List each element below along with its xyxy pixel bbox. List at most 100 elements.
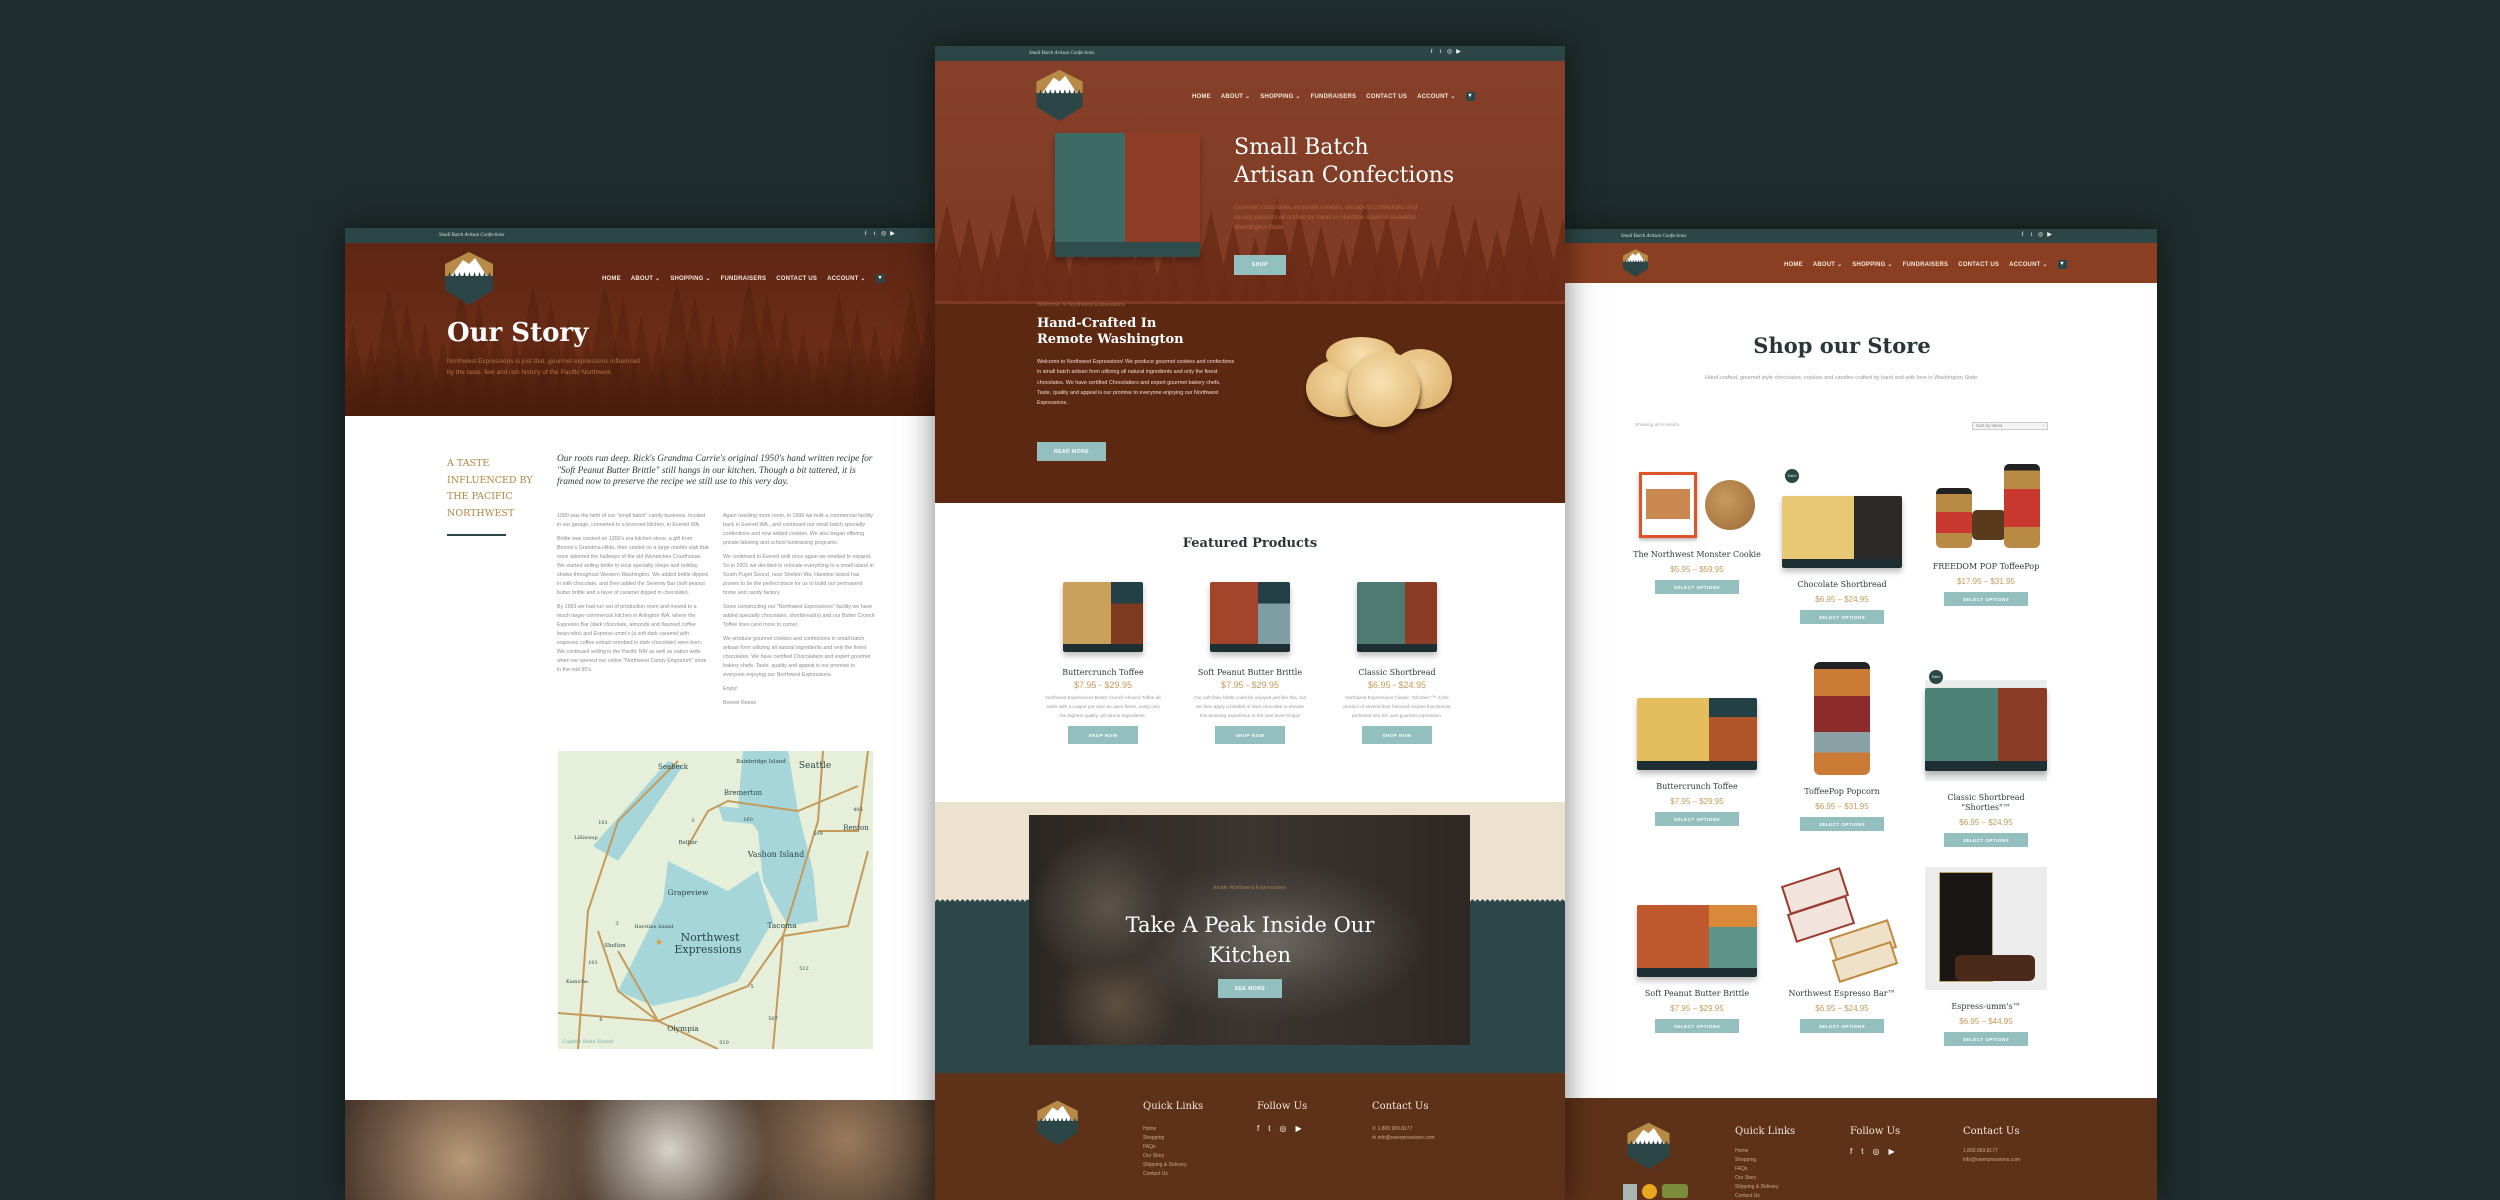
product-card[interactable]: The Northwest Monster Cookie $5.95 – $59…: [1632, 472, 1762, 594]
select-options-button[interactable]: SELECT OPTIONS: [1655, 1019, 1739, 1033]
product-name[interactable]: Classic Shortbread: [1335, 668, 1459, 678]
footer-link[interactable]: Home: [1735, 1147, 1779, 1156]
youtube-icon[interactable]: ▶: [1456, 49, 1461, 55]
see-more-button[interactable]: SEE MORE: [1218, 979, 1282, 998]
footer-link[interactable]: FAQs: [1143, 1143, 1187, 1152]
select-options-button[interactable]: SELECT OPTIONS: [1800, 1019, 1884, 1033]
product-name[interactable]: FREEDOM POP ToffeePop: [1921, 562, 2051, 572]
read-more-button[interactable]: READ MORE: [1037, 442, 1106, 461]
cart-icon[interactable]: ▾: [2057, 260, 2067, 269]
product-name[interactable]: Espress-umm's™: [1921, 1002, 2051, 1012]
product-card[interactable]: Espress-umm's™ $6.95 – $44.95 SELECT OPT…: [1921, 867, 2051, 1046]
product-image[interactable]: [1925, 680, 2047, 781]
nav-home[interactable]: HOME: [602, 276, 621, 282]
nav-shopping[interactable]: SHOPPING ⌄: [1260, 93, 1300, 100]
youtube-icon[interactable]: ▶: [1295, 1124, 1301, 1133]
youtube-icon[interactable]: ▶: [2047, 232, 2052, 238]
product-card[interactable]: Soft Peanut Butter Brittle $7.95 – $29.9…: [1632, 887, 1762, 1033]
featured-product[interactable]: Classic Shortbread $6.95 - $24.95 Northw…: [1335, 582, 1459, 744]
twitter-icon[interactable]: t: [1268, 1124, 1270, 1133]
sort-select[interactable]: Sort by latest ↕: [1972, 422, 2048, 430]
product-image[interactable]: [1926, 462, 2046, 550]
nav-fundraisers[interactable]: FUNDRAISERS: [1311, 94, 1357, 100]
product-card[interactable]: Chocolate Shortbread $6.95 – $24.95 SELE…: [1777, 478, 1907, 624]
youtube-icon[interactable]: ▶: [890, 231, 895, 237]
cart-icon[interactable]: ▾: [1465, 92, 1475, 101]
product-name[interactable]: ToffeePop Popcorn: [1777, 787, 1907, 797]
nav-account[interactable]: ACCOUNT ⌄: [827, 275, 866, 282]
site-logo[interactable]: [441, 250, 497, 307]
shop-button[interactable]: SHOP: [1234, 255, 1286, 275]
facebook-icon[interactable]: f: [1257, 1124, 1259, 1133]
instagram-icon[interactable]: ◎: [1872, 1147, 1879, 1156]
site-logo[interactable]: [1621, 248, 1650, 278]
twitter-icon[interactable]: t: [1438, 49, 1443, 55]
product-name[interactable]: The Northwest Monster Cookie: [1632, 550, 1762, 560]
select-options-button[interactable]: SELECT OPTIONS: [1800, 610, 1884, 624]
nav-home[interactable]: HOME: [1192, 94, 1211, 100]
product-card[interactable]: ToffeePop Popcorn $6.95 – $31.95 SELECT …: [1777, 662, 1907, 831]
site-logo[interactable]: [1031, 68, 1088, 123]
nav-contact[interactable]: CONTACT US: [1366, 94, 1407, 100]
instagram-icon[interactable]: ◎: [881, 231, 886, 237]
footer-link[interactable]: Shopping: [1143, 1134, 1187, 1143]
select-options-button[interactable]: SELECT OPTIONS: [1944, 592, 2028, 606]
nav-fundraisers[interactable]: FUNDRAISERS: [1903, 262, 1949, 268]
product-card[interactable]: Classic Shortbread "Shorties"™ $6.95 – $…: [1921, 680, 2051, 847]
product-card[interactable]: Buttercrunch Toffee $7.95 – $29.95 SELEC…: [1632, 680, 1762, 826]
product-image[interactable]: [1782, 478, 1902, 568]
product-name[interactable]: Buttercrunch Toffee: [1041, 668, 1165, 678]
footer-link[interactable]: Contact Us: [1143, 1170, 1187, 1179]
footer-link[interactable]: Home: [1143, 1125, 1187, 1134]
product-name[interactable]: Northwest Espresso Bar™: [1777, 989, 1907, 999]
shop-now-button[interactable]: SHOP NOW: [1362, 726, 1432, 744]
nav-fundraisers[interactable]: FUNDRAISERS: [721, 276, 767, 282]
footer-link[interactable]: Contact Us: [1735, 1192, 1779, 1200]
twitter-icon[interactable]: t: [2029, 232, 2034, 238]
product-image[interactable]: [1063, 582, 1143, 652]
select-options-button[interactable]: SELECT OPTIONS: [1655, 812, 1739, 826]
product-name[interactable]: Soft Peanut Butter Brittle: [1188, 668, 1312, 678]
nav-account[interactable]: ACCOUNT ⌄: [2009, 261, 2048, 268]
select-options-button[interactable]: SELECT OPTIONS: [1944, 1032, 2028, 1046]
nav-contact[interactable]: CONTACT US: [1958, 262, 1999, 268]
footer-logo[interactable]: [1622, 1121, 1675, 1171]
product-image[interactable]: [1782, 662, 1902, 775]
product-name[interactable]: Buttercrunch Toffee: [1632, 782, 1762, 792]
facebook-icon[interactable]: f: [1429, 49, 1434, 55]
nav-about[interactable]: ABOUT ⌄: [1813, 261, 1842, 268]
footer-link[interactable]: Shipping & Delivery: [1143, 1161, 1187, 1170]
twitter-icon[interactable]: t: [872, 231, 877, 237]
phone-number[interactable]: 1.800.969.8177: [1963, 1147, 1998, 1156]
shop-now-button[interactable]: SHOP NOW: [1215, 726, 1285, 744]
product-name[interactable]: Soft Peanut Butter Brittle: [1632, 989, 1762, 999]
product-image[interactable]: [1637, 680, 1757, 770]
youtube-icon[interactable]: ▶: [1888, 1147, 1894, 1156]
featured-product[interactable]: Buttercrunch Toffee $7.95 - $29.95 North…: [1041, 582, 1165, 744]
product-image[interactable]: [1210, 582, 1290, 652]
email-address[interactable]: ✉ info@nwexpressions.com: [1372, 1134, 1435, 1143]
nav-about[interactable]: ABOUT ⌄: [631, 275, 660, 282]
footer-link[interactable]: Our Story: [1735, 1174, 1779, 1183]
phone-number[interactable]: ✆ 1.800.969.8177: [1372, 1125, 1412, 1134]
product-name[interactable]: Chocolate Shortbread: [1777, 580, 1907, 590]
location-map[interactable]: Seabeck Bainbridge Island Seattle Bremerton…: [558, 751, 873, 1049]
nav-account[interactable]: ACCOUNT ⌄: [1417, 93, 1456, 100]
select-options-button[interactable]: SELECT OPTIONS: [1944, 833, 2028, 847]
featured-product[interactable]: Soft Peanut Butter Brittle $7.95 - $29.9…: [1188, 582, 1312, 744]
facebook-icon[interactable]: f: [2020, 232, 2025, 238]
twitter-icon[interactable]: t: [1861, 1147, 1863, 1156]
product-card[interactable]: FREEDOM POP ToffeePop $17.95 – $31.95 SE…: [1921, 462, 2051, 606]
email-address[interactable]: info@nwexpressions.com: [1963, 1156, 2020, 1165]
facebook-icon[interactable]: f: [1850, 1147, 1852, 1156]
instagram-icon[interactable]: ◎: [2038, 232, 2043, 238]
nav-contact[interactable]: CONTACT US: [776, 276, 817, 282]
footer-logo[interactable]: [1031, 1099, 1084, 1147]
nav-shopping[interactable]: SHOPPING ⌄: [1852, 261, 1892, 268]
instagram-icon[interactable]: ◎: [1447, 49, 1452, 55]
footer-link[interactable]: Shopping: [1735, 1156, 1779, 1165]
footer-link[interactable]: Our Story: [1143, 1152, 1187, 1161]
instagram-icon[interactable]: ◎: [1279, 1124, 1286, 1133]
product-image[interactable]: [1780, 867, 1902, 983]
footer-link[interactable]: Shipping & Delivery: [1735, 1183, 1779, 1192]
